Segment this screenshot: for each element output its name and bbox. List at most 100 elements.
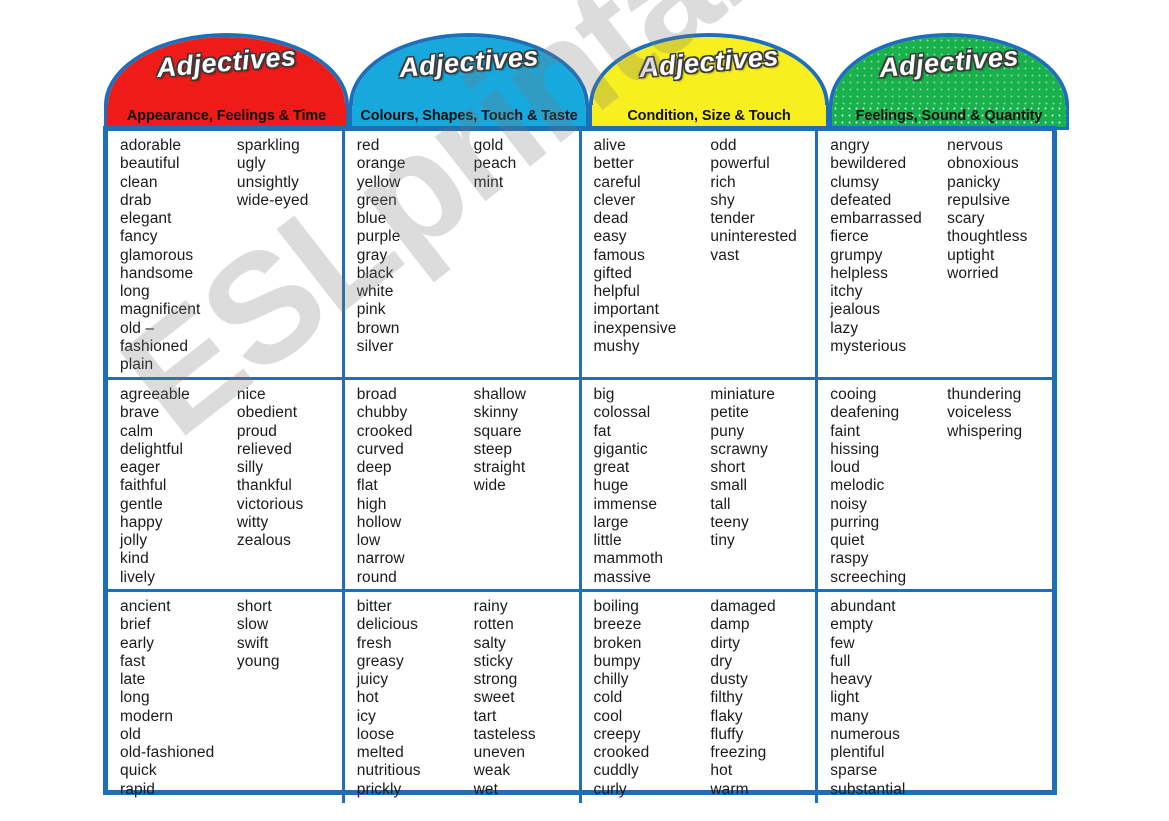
adjective-word: peach <box>473 155 517 173</box>
adjective-word: helpful <box>593 283 640 300</box>
adjective-word: lively <box>120 568 156 586</box>
adjective-word: embarrassed <box>830 210 922 227</box>
header-dome-feelings <box>829 33 1069 105</box>
word-cell-colours-1: red orange yellow green blue purple gray black w… <box>341 131 579 377</box>
adjective-word: square <box>473 422 522 440</box>
adjective-word: rainy <box>473 598 508 615</box>
adjective-word: brave <box>120 404 160 422</box>
adjective-word: narrow <box>356 550 405 568</box>
adjective-word: gigantic <box>593 440 648 458</box>
adjective-word: fluffy <box>710 725 744 743</box>
adjective-word: abundant <box>830 598 896 615</box>
adjective-word: dusty <box>710 671 748 688</box>
adjective-word: filthy <box>710 689 743 707</box>
word-subcolumn-right <box>935 598 1052 799</box>
adjective-word: uptight <box>947 246 995 264</box>
adjective-word: long <box>120 689 150 707</box>
word-cell-condition-1: alive better careful clever dead easy famous gi… <box>578 131 816 377</box>
adjective-word: old – <box>120 319 155 337</box>
adjective-word: ancient <box>120 598 171 615</box>
adjective-word: thundering <box>947 386 1022 403</box>
adjective-word: mushy <box>593 337 640 355</box>
adjective-word: angry <box>830 137 870 154</box>
adjective-word: fashioned <box>120 337 189 355</box>
word-subcolumn-left: ancient brief early fast late long modern old ol… <box>108 598 225 799</box>
adjective-word: eager <box>120 459 161 476</box>
adjective-word: panicky <box>947 173 1001 191</box>
adjective-word: noisy <box>830 495 867 513</box>
adjective-word: low <box>356 532 381 549</box>
adjective-word: crooked <box>593 744 650 761</box>
adjective-word: sparse <box>830 762 878 780</box>
adjective-word: calm <box>120 422 154 440</box>
adjective-word: gentle <box>120 495 163 513</box>
adjective-word: short <box>236 598 272 615</box>
adjective-word: purple <box>356 228 401 246</box>
adjective-word: weak <box>473 762 511 780</box>
adjective-word: yellow <box>356 173 401 191</box>
adjective-word: grumpy <box>830 246 883 264</box>
adjective-word: hot <box>710 762 733 780</box>
adjective-word: creepy <box>593 725 641 743</box>
adjective-word: relieved <box>236 440 292 458</box>
adjective-word: flat <box>356 477 378 495</box>
adjective-word: clean <box>120 173 158 191</box>
adjective-word: skinny <box>473 404 519 422</box>
adjective-word: vast <box>710 246 740 264</box>
adjective-word: steep <box>473 440 513 458</box>
adjective-word: wide <box>473 477 506 495</box>
adjective-word: jealous <box>830 301 881 319</box>
adjective-word: shy <box>710 191 735 209</box>
adjective-word: substantial <box>830 780 906 798</box>
adjective-word: easy <box>593 228 627 246</box>
adjective-word: orange <box>356 155 406 173</box>
adjective-word: miniature <box>710 386 776 403</box>
adjective-word: big <box>593 386 615 403</box>
adjective-word: whispering <box>947 422 1023 440</box>
adjective-word: raspy <box>830 550 869 568</box>
adjective-word: red <box>356 137 380 154</box>
word-cell-feelings-2: cooing deafening faint hissing loud melodic no… <box>815 380 1052 589</box>
adjective-word: thankful <box>236 477 292 495</box>
adjective-word: famous <box>593 246 645 264</box>
adjective-word: bewildered <box>830 155 907 173</box>
adjective-word: curved <box>356 440 404 458</box>
word-subcolumn-left: abundant empty few full heavy light many numero… <box>818 598 935 799</box>
word-cell-appearance-3: ancient brief early fast late long modern old ol… <box>108 592 342 803</box>
adjective-word: dirty <box>710 634 741 652</box>
adjective-word: loose <box>356 725 395 743</box>
adjective-word: short <box>710 459 746 476</box>
adjective-word: damp <box>710 616 750 634</box>
adjective-word: repulsive <box>947 191 1011 209</box>
word-cell-appearance-2: agreeable brave calm delightful eager faithfu… <box>108 380 342 589</box>
adjective-word: scary <box>947 210 985 227</box>
adjective-word: pink <box>356 301 386 319</box>
adjective-word: dry <box>710 652 733 670</box>
word-subcolumn-right: shallow skinny square steep straight wide <box>462 386 579 585</box>
adjective-word: fat <box>593 422 612 440</box>
adjective-word: modern <box>120 707 174 725</box>
adjective-word: straight <box>473 459 526 476</box>
adjective-word: uneven <box>473 744 526 761</box>
adjective-word: breeze <box>593 616 642 634</box>
adjective-word: clumsy <box>830 173 880 191</box>
adjective-word: better <box>593 155 634 173</box>
word-subcolumn-left: big colossal fat gigantic great huge immense la… <box>582 386 699 586</box>
adjective-word: fancy <box>120 228 158 246</box>
adjective-word: powerful <box>710 155 770 173</box>
header-arch-feelings: Adjectives Feelings, Sound & Quantity <box>829 33 1069 130</box>
table-row: ancient brief early fast late long modern old ol… <box>108 589 1052 803</box>
adjective-word: voiceless <box>947 404 1012 422</box>
word-subcolumn-right: short slow swift young <box>225 598 342 799</box>
adjective-word: black <box>356 264 394 282</box>
adjective-word: flaky <box>710 707 743 725</box>
word-subcolumn-right: rainy rotten salty sticky strong sweet tart tas… <box>462 598 579 799</box>
adjective-word: warm <box>710 780 749 798</box>
adjective-word: late <box>120 671 146 688</box>
adjective-word: great <box>593 459 630 476</box>
worksheet-page: ESLprintables.com AdjectivesAppearance, … <box>0 0 1169 821</box>
adjective-word: gifted <box>593 264 633 282</box>
adjective-word: obedient <box>236 404 298 422</box>
adjective-word: faint <box>830 422 861 440</box>
adjective-word: swift <box>236 634 269 652</box>
